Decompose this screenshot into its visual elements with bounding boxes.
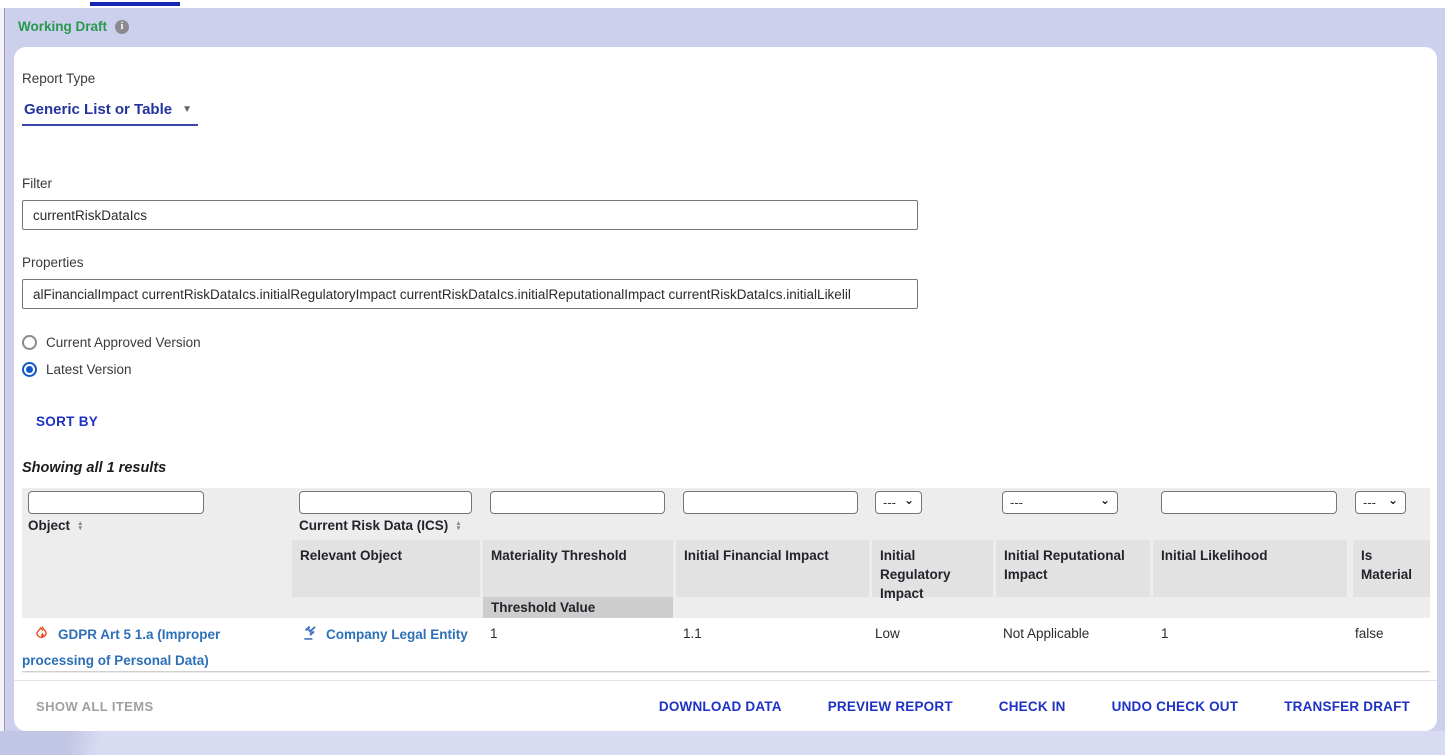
cell-is-material: false [1355,626,1384,641]
radio-unselected-icon[interactable] [22,335,37,350]
results-summary: Showing all 1 results [22,460,166,476]
object-link[interactable]: GDPR Art 5 1.a (Improper processing of P… [22,627,220,668]
sort-icon[interactable]: ▲▼ [455,521,461,531]
info-icon[interactable]: i [115,20,129,34]
show-all-items-button[interactable]: SHOW ALL ITEMS [36,699,154,714]
radio-latest-version[interactable]: Latest Version [22,362,132,377]
report-type-underline [22,124,198,126]
subheader-initial-likelihood: Initial Likelihood [1153,540,1347,597]
column-header-label: Object [28,518,70,533]
results-table: --- ⌄ --- ⌄ --- ⌄ Object ▲▼ Current Risk… [22,488,1430,673]
column-filter-initial-regulatory-impact-select[interactable]: --- ⌄ [875,491,922,514]
column-filter-relevant-object[interactable] [299,491,472,514]
chevron-down-icon: ⌄ [904,495,914,505]
column-filter-initial-financial-impact[interactable] [683,491,858,514]
legal-entity-gavel-icon [302,625,319,649]
cell-initial-regulatory-impact: Low [875,626,900,641]
column-filter-initial-likelihood[interactable] [1161,491,1337,514]
cell-initial-reputational-impact: Not Applicable [1003,626,1089,641]
table-row: GDPR Art 5 1.a (Improper processing of P… [22,618,1430,672]
properties-input[interactable] [22,279,918,309]
subheader-initial-reputational-impact: Initial Reputational Impact [996,540,1150,597]
check-in-button[interactable]: CHECK IN [999,699,1066,714]
filter-label: Filter [22,176,52,191]
select-value: --- [1363,495,1376,510]
radio-selected-icon[interactable] [22,362,37,377]
active-tab-indicator [90,2,180,6]
column-filter-initial-reputational-impact-select[interactable]: --- ⌄ [1002,491,1118,514]
cell-relevant-object: Company Legal Entity [302,623,487,649]
column-header-current-risk-data[interactable]: Current Risk Data (ICS) ▲▼ [299,518,462,533]
column-filter-object[interactable] [28,491,204,514]
download-data-button[interactable]: DOWNLOAD DATA [659,699,782,714]
undo-check-out-button[interactable]: UNDO CHECK OUT [1112,699,1239,714]
chevron-down-icon: ▼ [182,104,192,115]
sort-by-button[interactable]: SORT BY [36,414,98,429]
select-value: --- [883,495,896,510]
subheader-is-material: Is Material [1353,540,1430,597]
column-filter-is-material-select[interactable]: --- ⌄ [1355,491,1406,514]
chevron-down-icon: ⌄ [1388,495,1398,505]
footer-actions: DOWNLOAD DATA PREVIEW REPORT CHECK IN UN… [659,699,1410,714]
filter-input[interactable] [22,200,918,230]
report-panel: Report Type Generic List or Table ▼ Filt… [14,47,1437,731]
chevron-down-icon: ⌄ [1100,495,1110,505]
report-type-label: Report Type [22,71,95,86]
relevant-object-link[interactable]: Company Legal Entity [326,627,468,642]
preview-report-button[interactable]: PREVIEW REPORT [828,699,953,714]
subheader-relevant-object: Relevant Object [292,540,480,597]
subheader-initial-regulatory-impact: Initial Regulatory Impact [872,540,993,597]
footer-action-bar: SHOW ALL ITEMS DOWNLOAD DATA PREVIEW REP… [14,680,1437,731]
cell-threshold-value: 1 [490,626,498,641]
subheader-initial-financial-impact: Initial Financial Impact [676,540,869,597]
cell-object: GDPR Art 5 1.a (Improper processing of P… [22,623,284,672]
column-header-object[interactable]: Object ▲▼ [28,518,83,533]
page-background-bottom [0,731,1445,755]
properties-label: Properties [22,255,84,270]
radio-current-approved-version[interactable]: Current Approved Version [22,335,201,350]
report-type-value: Generic List or Table [24,101,172,118]
subheader-materiality-threshold: Materiality Threshold [483,540,673,597]
status-row: Working Draft i [18,19,129,34]
cell-initial-likelihood: 1 [1161,626,1169,641]
sort-icon[interactable]: ▲▼ [77,521,83,531]
top-tab-strip [0,0,1445,8]
cell-initial-financial-impact: 1.1 [683,626,702,641]
report-type-dropdown[interactable]: Generic List or Table ▼ [24,101,192,118]
risk-flame-icon [34,625,51,649]
status-badge: Working Draft [18,19,107,34]
pane-edge [0,8,5,731]
subheader-threshold-value: Threshold Value [483,597,673,618]
select-value: --- [1010,495,1023,510]
radio-label: Latest Version [46,362,132,377]
transfer-draft-button[interactable]: TRANSFER DRAFT [1284,699,1410,714]
column-filter-materiality-threshold[interactable] [490,491,665,514]
radio-label: Current Approved Version [46,335,201,350]
column-header-label: Current Risk Data (ICS) [299,518,448,533]
